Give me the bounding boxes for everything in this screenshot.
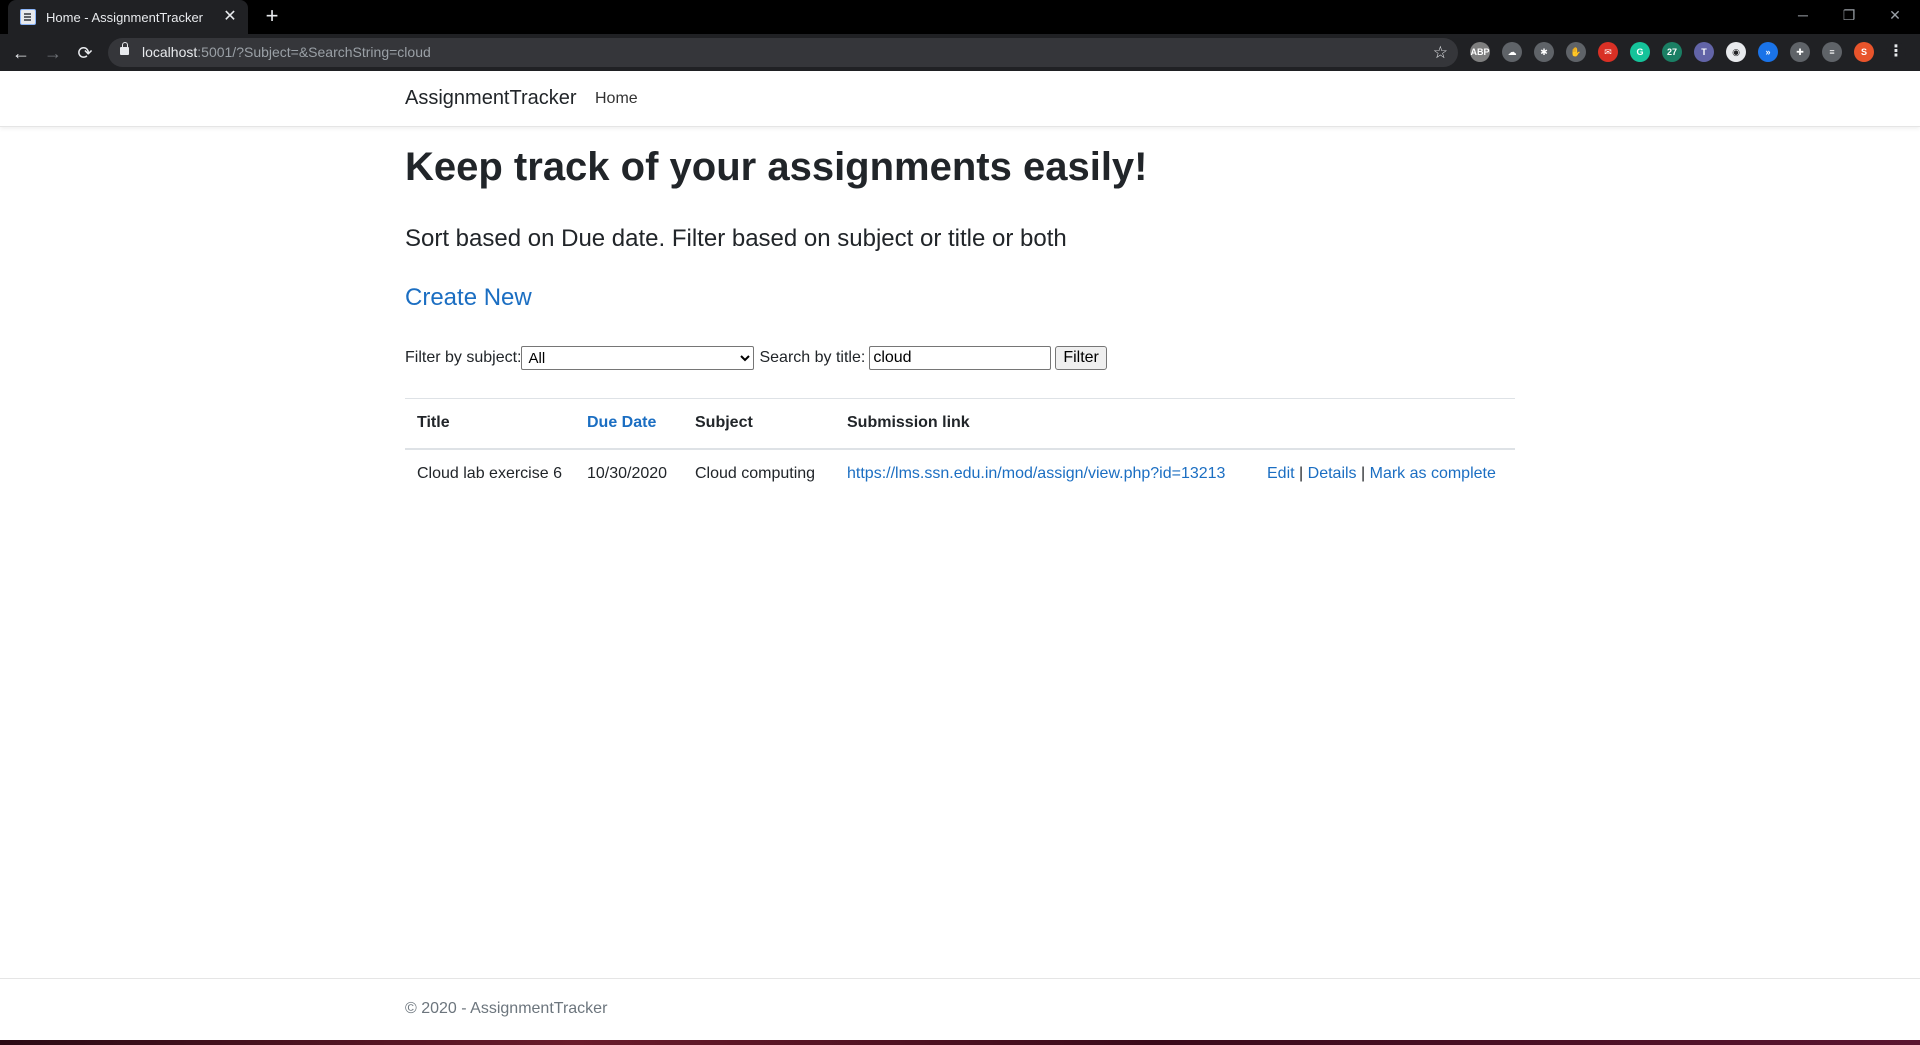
url-path: :5001/?Subject=&SearchString=cloud [197,44,431,60]
desktop-strip [0,1040,1920,1045]
menu-kebab-icon[interactable]: ⋮ [1886,42,1906,62]
action-separator: | [1299,464,1304,482]
table-header-row: Title Due Date Subject Submission link [405,398,1515,450]
assignments-table: Title Due Date Subject Submission link C… [405,398,1515,498]
column-header-actions [1255,398,1515,450]
hand-extension-icon[interactable]: ✋ [1566,42,1586,62]
page-title: Keep track of your assignments easily! [405,145,1148,189]
cloud-extension-icon[interactable]: ☁ [1502,42,1522,62]
page-subtitle: Sort based on Due date. Filter based on … [405,225,1067,252]
column-header-due-date[interactable]: Due Date [575,398,683,450]
back-arrow-icon[interactable]: ← [8,40,34,66]
row-link-cell: https://lms.ssn.edu.in/mod/assign/view.p… [835,449,1255,498]
row-subject: Cloud computing [695,464,816,482]
navbar-brand[interactable]: AssignmentTracker [405,87,577,110]
puzzle-extension-icon[interactable]: ✚ [1790,42,1810,62]
page-footer: © 2020 - AssignmentTracker [0,978,1920,1045]
create-new-link[interactable]: Create New [405,284,532,312]
grammarly-extension-icon[interactable]: G [1630,42,1650,62]
browser-tab[interactable]: Home - AssignmentTracker ✕ [8,0,248,34]
browser-toolbar: ← → ⟳ localhost:5001/?Subject=&SearchStr… [0,34,1920,71]
playlist-extension-icon[interactable]: ≡ [1822,42,1842,62]
subject-filter-label: Filter by subject: [405,349,522,366]
bookmark-star-icon[interactable]: ☆ [1433,40,1448,65]
filter-button[interactable]: Filter [1055,346,1107,370]
forward-arrow-icon[interactable]: → [40,40,66,66]
column-header-title: Title [405,398,575,450]
gear-extension-icon[interactable]: ✱ [1534,42,1554,62]
submission-link[interactable]: https://lms.ssn.edu.in/mod/assign/view.p… [847,465,1225,482]
column-header-submission-link: Submission link [835,398,1255,450]
row-title: Cloud lab exercise 6 [417,464,562,482]
teams-extension-icon[interactable]: T [1694,42,1714,62]
tab-close-icon[interactable]: ✕ [220,7,240,27]
mail-extension-icon[interactable]: ✉ [1598,42,1618,62]
row-actions: Edit | Details | Mark as complete [1255,449,1515,498]
profile-avatar-icon[interactable]: S [1854,42,1874,62]
url-text[interactable]: localhost:5001/?Subject=&SearchString=cl… [142,38,431,67]
new-tab-button[interactable]: + [260,5,284,29]
edit-link[interactable]: Edit [1267,465,1295,482]
row-due-date: 10/30/2020 [587,464,668,482]
action-separator: | [1361,464,1366,482]
title-search-input[interactable] [869,346,1052,370]
tab-title: Home - AssignmentTracker [46,9,204,25]
window-close-icon[interactable]: ✕ [1872,0,1918,30]
address-bar[interactable]: localhost:5001/?Subject=&SearchString=cl… [108,38,1458,67]
url-host: localhost [142,44,198,60]
column-header-subject: Subject [683,398,835,450]
nav-home-link[interactable]: Home [595,90,638,108]
title-search-label: Search by title: [759,349,866,366]
mark-complete-link[interactable]: Mark as complete [1370,465,1496,482]
owl-extension-icon[interactable]: ◉ [1726,42,1746,62]
lock-icon[interactable] [120,42,129,55]
filter-form: Filter by subject: All Search by title: … [405,345,1107,371]
minimize-icon[interactable]: ─ [1780,0,1826,30]
calendar-extension-icon[interactable]: 27 [1662,42,1682,62]
site-navbar: AssignmentTracker Home [0,71,1920,127]
abp-extension-icon[interactable]: ABP [1470,42,1490,62]
footer-copyright: © 2020 - AssignmentTracker [405,1000,608,1017]
reload-icon[interactable]: ⟳ [72,40,98,66]
table-row: Cloud lab exercise 6 10/30/2020 Cloud co… [405,449,1515,498]
details-link[interactable]: Details [1308,465,1357,482]
web-page: AssignmentTracker Home Keep track of you… [0,71,1920,1045]
page-favicon-icon [20,9,36,25]
sort-due-date-link[interactable]: Due Date [587,414,656,431]
tab-strip: Home - AssignmentTracker ✕ + ─ ❐ ✕ [0,0,1920,34]
subject-select[interactable]: All [521,346,755,370]
restore-icon[interactable]: ❐ [1826,0,1872,30]
wave-extension-icon[interactable]: » [1758,42,1778,62]
